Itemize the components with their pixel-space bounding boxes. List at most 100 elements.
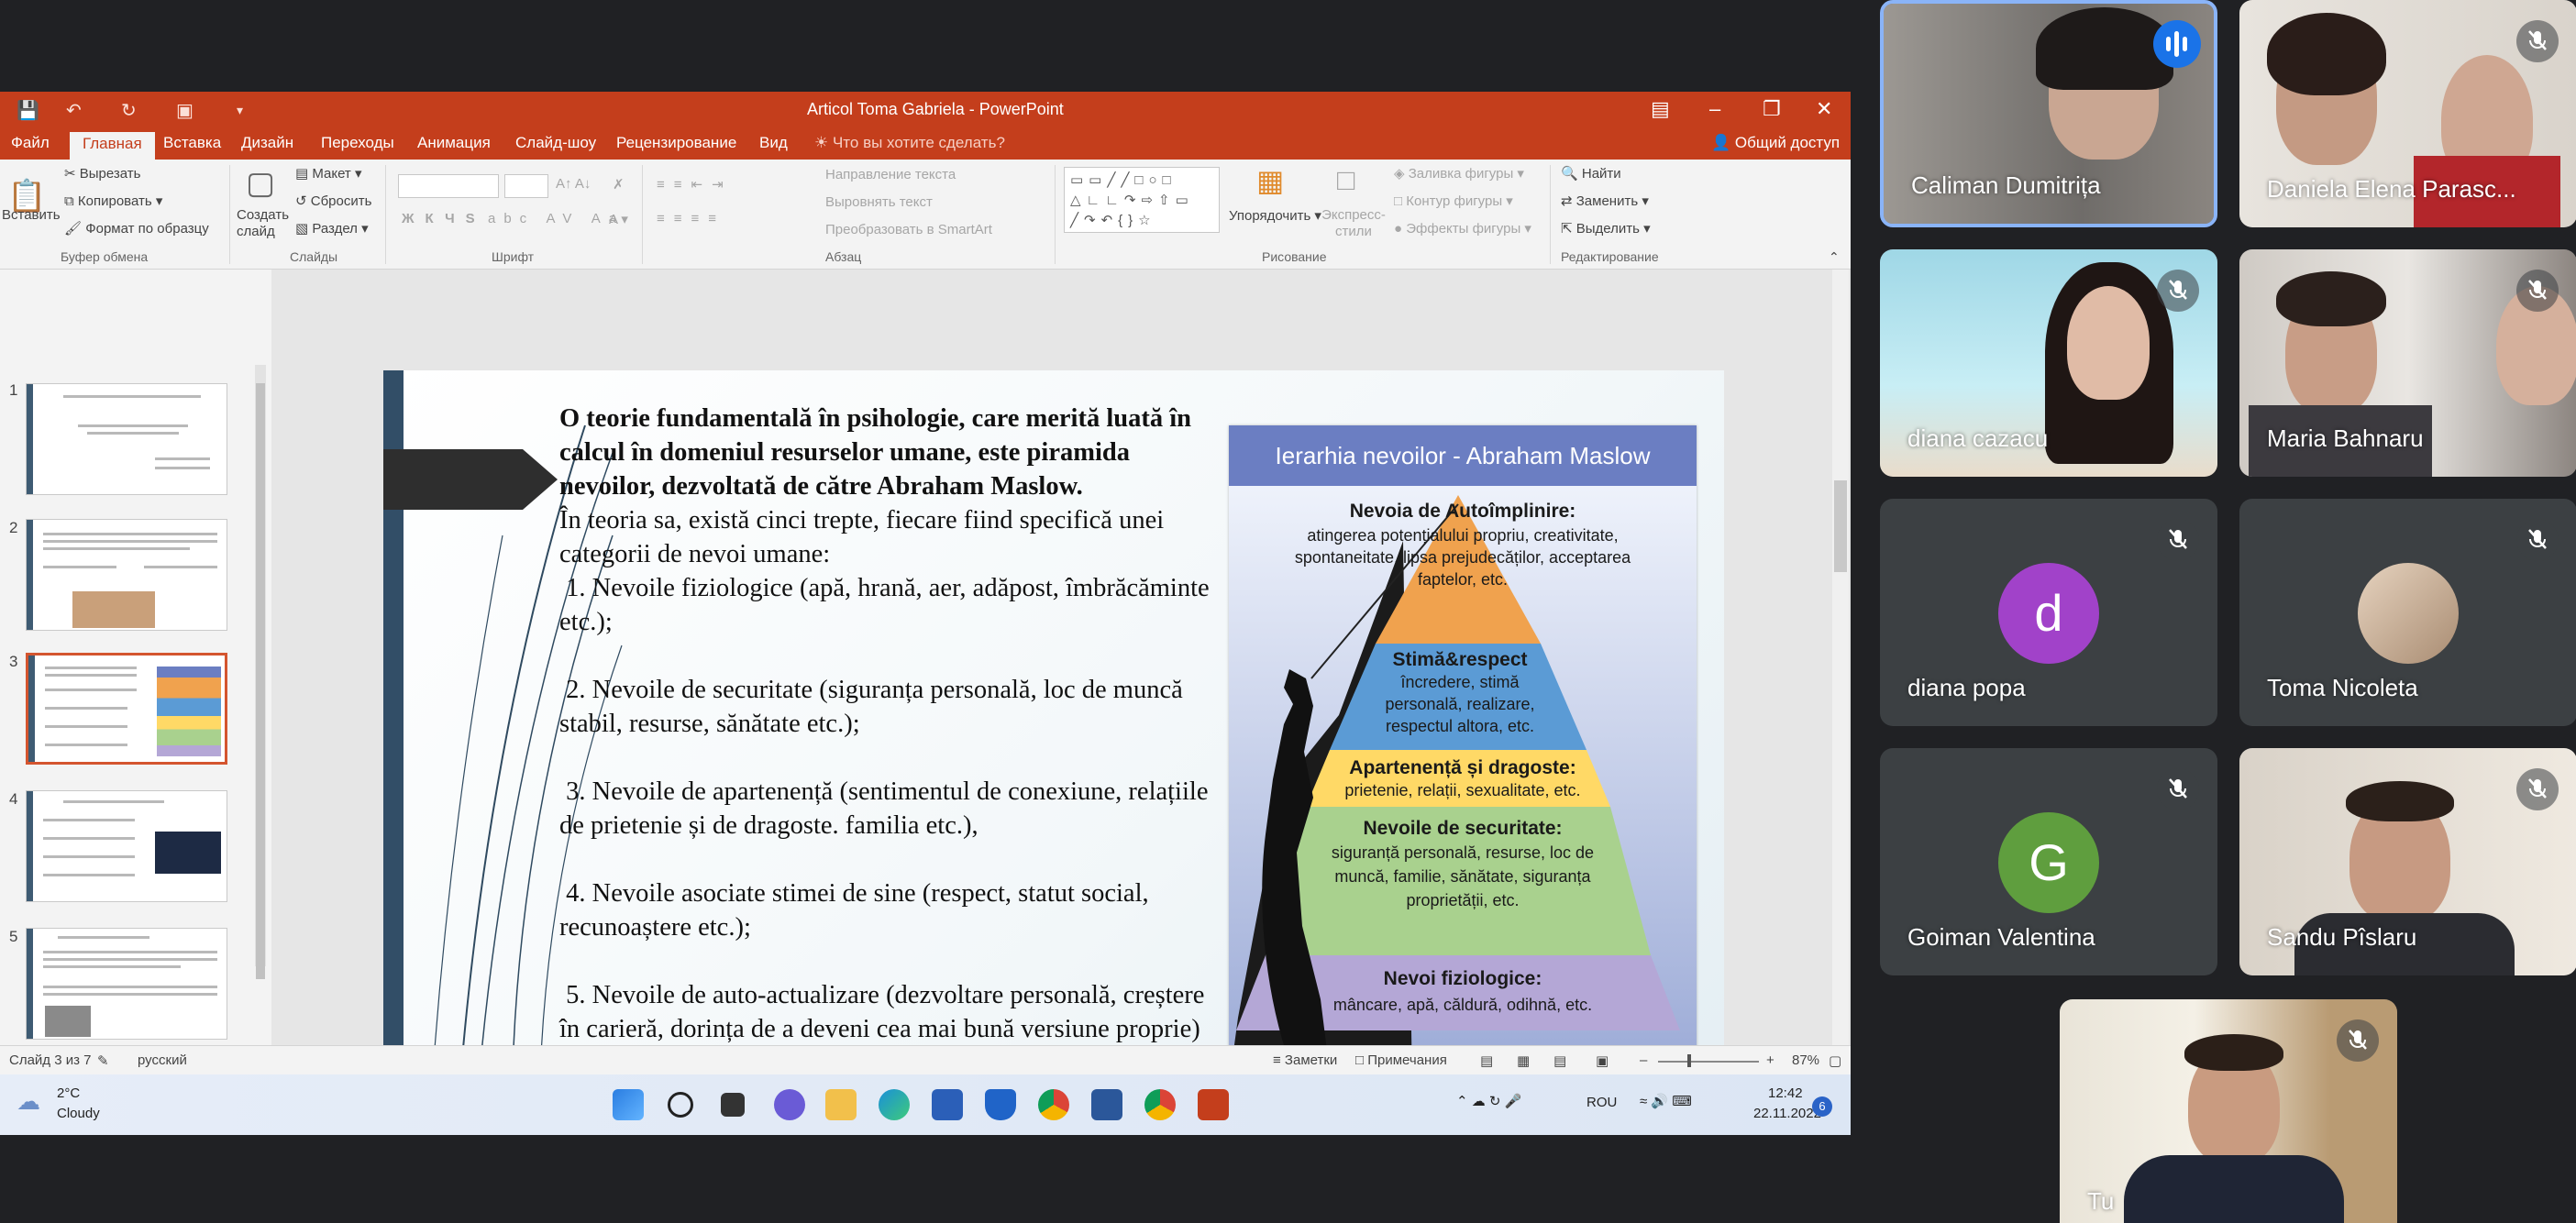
- collapse-ribbon-icon[interactable]: ⌃: [1829, 249, 1840, 265]
- new-slide-button[interactable]: Создать слайд: [237, 207, 301, 240]
- font-grow-icon[interactable]: A↑ A↓: [556, 176, 591, 192]
- tab-home[interactable]: Главная: [70, 132, 155, 160]
- tray-icons[interactable]: ⌃ ☁ ↻ 🎤: [1456, 1093, 1521, 1109]
- zoom-level[interactable]: 87%: [1792, 1052, 1819, 1068]
- reset-button[interactable]: ↺ Сбросить: [295, 193, 371, 209]
- clock-time[interactable]: 12:42: [1768, 1085, 1803, 1101]
- font-name-box[interactable]: [398, 174, 499, 198]
- quick-styles-button[interactable]: Экспресс-стили: [1317, 207, 1390, 240]
- restore-icon[interactable]: ❐: [1763, 97, 1781, 121]
- participant-tile[interactable]: diana cazacu: [1880, 249, 2217, 477]
- zoom-slider[interactable]: [1658, 1061, 1759, 1063]
- shape-fill-button[interactable]: ◈ Заливка фигуры ▾: [1394, 165, 1524, 182]
- slide-thumbnail-3[interactable]: [26, 653, 227, 765]
- weather-icon[interactable]: ☁: [17, 1087, 40, 1116]
- format-painter-button[interactable]: 🖌 Формат по образцу: [64, 220, 209, 237]
- minimize-icon[interactable]: –: [1709, 97, 1720, 121]
- participant-tile[interactable]: Maria Bahnaru: [2239, 249, 2576, 477]
- layout-button[interactable]: ▤ Макет ▾: [295, 165, 362, 182]
- shape-outline-button[interactable]: □ Контур фигуры ▾: [1394, 193, 1513, 209]
- defender-icon[interactable]: [985, 1089, 1016, 1120]
- tab-animations[interactable]: Анимация: [417, 134, 491, 152]
- customize-qat-icon[interactable]: ▾: [237, 103, 243, 118]
- current-slide[interactable]: O teorie fundamentală în psihologie, car…: [383, 370, 1724, 1128]
- shape-effects-button[interactable]: ● Эффекты фигуры ▾: [1394, 220, 1531, 237]
- new-slide-icon[interactable]: ▢: [246, 165, 275, 202]
- language-label[interactable]: русский: [138, 1052, 187, 1068]
- shapes-gallery[interactable]: ▭▭╱╱□○□ △∟∟↷⇨⇧▭ ╱↷↶{}☆: [1064, 167, 1220, 233]
- tab-review[interactable]: Рецензирование: [616, 134, 736, 152]
- normal-view-icon[interactable]: ▤: [1480, 1052, 1493, 1069]
- participant-tile[interactable]: G Goiman Valentina: [1880, 748, 2217, 975]
- fit-slide-icon[interactable]: ▢: [1829, 1052, 1841, 1069]
- editor-scrollbar[interactable]: [1832, 270, 1849, 1045]
- arrange-icon[interactable]: ▦: [1256, 163, 1284, 198]
- zoom-out-icon[interactable]: –: [1640, 1052, 1647, 1068]
- font-size-box[interactable]: [504, 174, 548, 198]
- chrome-icon[interactable]: [1144, 1089, 1176, 1120]
- tab-view[interactable]: Вид: [759, 134, 788, 152]
- task-view-icon[interactable]: [721, 1093, 745, 1117]
- clock-date[interactable]: 22.11.2022: [1753, 1106, 1821, 1121]
- present-icon[interactable]: ▣: [176, 99, 193, 122]
- participant-tile[interactable]: Sandu Pîslaru: [2239, 748, 2576, 975]
- font-style-icons[interactable]: ЖКЧS: [402, 211, 486, 226]
- close-icon[interactable]: ✕: [1816, 97, 1832, 121]
- file-explorer-icon[interactable]: [825, 1089, 857, 1120]
- cut-button[interactable]: ✂ Вырезать: [64, 165, 140, 182]
- quick-styles-icon[interactable]: □: [1337, 163, 1354, 197]
- notes-button[interactable]: ≡ Заметки: [1273, 1052, 1337, 1068]
- text-direction-button[interactable]: Направление текста: [825, 167, 956, 182]
- clear-format-icon[interactable]: ✗: [613, 176, 625, 193]
- tab-file[interactable]: Файл: [11, 134, 50, 152]
- chrome-icon[interactable]: [1038, 1089, 1069, 1120]
- paste-button[interactable]: Вставить: [2, 207, 61, 223]
- share-button[interactable]: 👤 Общий доступ: [1711, 134, 1840, 152]
- list-icons[interactable]: ≡≡⇤⇥: [657, 176, 733, 193]
- notification-badge[interactable]: 6: [1812, 1096, 1832, 1117]
- maslow-pyramid-image[interactable]: Ierarhia nevoilor - Abraham Maslow Nevoi…: [1229, 425, 1697, 1085]
- undo-icon[interactable]: ↶: [66, 99, 82, 122]
- slide-body-text[interactable]: O teorie fundamentală în psihologie, car…: [559, 402, 1225, 1046]
- slideshow-view-icon[interactable]: ▣: [1596, 1052, 1609, 1069]
- participant-tile[interactable]: d diana popa: [1880, 499, 2217, 726]
- reading-view-icon[interactable]: ▤: [1553, 1052, 1566, 1069]
- slide-thumbnail-1[interactable]: [26, 383, 227, 495]
- find-button[interactable]: 🔍 Найти: [1561, 165, 1621, 182]
- smartart-button[interactable]: Преобразовать в SmartArt: [825, 222, 992, 237]
- participant-tile-self[interactable]: Tu: [2060, 999, 2397, 1223]
- save-icon[interactable]: 💾: [17, 99, 39, 122]
- slide-thumbnail-2[interactable]: [26, 519, 227, 631]
- tab-slideshow[interactable]: Слайд-шоу: [515, 134, 596, 152]
- align-icons[interactable]: ≡≡≡≡: [657, 211, 725, 226]
- slide-thumbnail-4[interactable]: [26, 790, 227, 902]
- participant-tile[interactable]: Toma Nicoleta: [2239, 499, 2576, 726]
- zoom-slider-handle[interactable]: [1687, 1054, 1691, 1067]
- tab-design[interactable]: Дизайн: [241, 134, 293, 152]
- select-button[interactable]: ⇱ Выделить ▾: [1561, 220, 1651, 237]
- start-icon[interactable]: [613, 1089, 644, 1120]
- edge-icon[interactable]: [879, 1089, 910, 1120]
- input-language[interactable]: ROU: [1587, 1095, 1617, 1110]
- section-button[interactable]: ▧ Раздел ▾: [295, 220, 369, 237]
- font-color-icon[interactable]: A ▾: [609, 211, 628, 227]
- tab-transitions[interactable]: Переходы: [321, 134, 394, 152]
- powerpoint-icon[interactable]: [1198, 1089, 1229, 1120]
- participant-tile[interactable]: Caliman Dumitrița: [1880, 0, 2217, 227]
- copy-button[interactable]: ⧉ Копировать ▾: [64, 193, 162, 209]
- comments-button[interactable]: □ Примечания: [1355, 1052, 1447, 1068]
- tell-me-box[interactable]: ☀ Что вы хотите сделать?: [814, 134, 1005, 152]
- tab-insert[interactable]: Вставка: [163, 134, 221, 152]
- replace-button[interactable]: ⇄ Заменить ▾: [1561, 193, 1649, 209]
- slide-thumbnail-5[interactable]: [26, 928, 227, 1040]
- redo-icon[interactable]: ↻: [121, 99, 137, 122]
- scroll-thumb[interactable]: [1834, 480, 1847, 572]
- store-icon[interactable]: [932, 1089, 963, 1120]
- network-volume-icons[interactable]: ≈ 🔊 ⌨: [1640, 1093, 1692, 1109]
- arrange-button[interactable]: Упорядочить ▾: [1229, 207, 1321, 224]
- thumbnail-scrollbar[interactable]: [255, 365, 266, 979]
- zoom-in-icon[interactable]: +: [1766, 1052, 1774, 1068]
- chat-icon[interactable]: [774, 1089, 805, 1120]
- font-effects-icons[interactable]: abc AV Aa: [488, 211, 625, 226]
- participant-tile[interactable]: Daniela Elena Parasc...: [2239, 0, 2576, 227]
